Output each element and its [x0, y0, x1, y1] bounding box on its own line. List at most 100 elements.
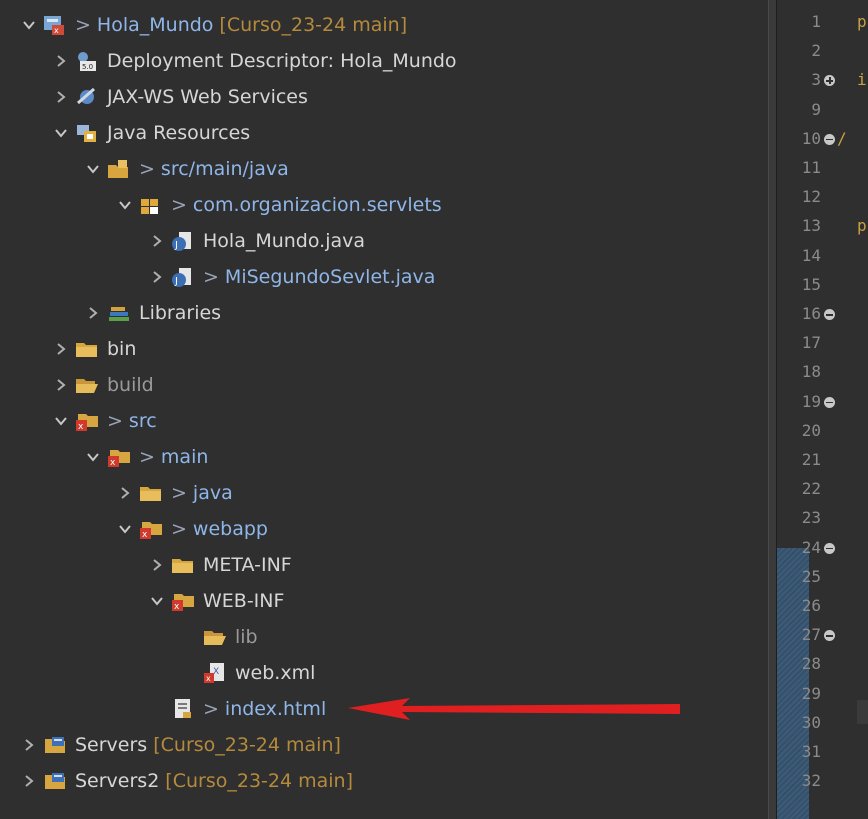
line-number: 11 — [801, 158, 821, 177]
tree-item-label: build — [107, 374, 154, 396]
git-change-marker: > — [203, 698, 219, 720]
tree-item[interactable]: Servers2 [Curso_23-24 main] — [20, 766, 353, 796]
tree-item[interactable]: > index.html — [148, 694, 326, 724]
chevron-down-icon[interactable] — [116, 196, 134, 214]
open-folder-icon — [74, 373, 100, 397]
deployment-descriptor-icon: 5.0 — [74, 49, 100, 73]
code-text: p — [857, 12, 867, 31]
collapse-fold-icon[interactable] — [824, 133, 835, 145]
tree-item[interactable]: META-INF — [148, 550, 292, 580]
tree-item[interactable]: x > src — [52, 406, 157, 436]
tree-item[interactable]: x WEB-INF — [148, 586, 284, 616]
svg-text:x: x — [78, 422, 84, 432]
tree-item[interactable]: Servers [Curso_23-24 main] — [20, 730, 341, 760]
line-number: 25 — [801, 566, 821, 586]
tree-item-label: web.xml — [235, 662, 316, 684]
web-services-icon — [74, 85, 100, 109]
tree-item-label: java — [192, 482, 233, 504]
chevron-down-icon[interactable] — [52, 412, 70, 430]
line-number: 23 — [801, 508, 821, 528]
tree-item[interactable]: build — [52, 370, 154, 400]
collapse-fold-icon[interactable] — [824, 542, 835, 554]
tree-item[interactable]: > src/main/java — [84, 154, 289, 184]
tree-item[interactable]: J Hola_Mundo.java — [148, 226, 365, 256]
line-number: 28 — [801, 654, 821, 674]
line-number: 24 — [801, 537, 821, 557]
chevron-right-icon[interactable] — [148, 556, 166, 574]
error-folder-icon: x — [106, 445, 132, 469]
tree-item-label: src — [128, 410, 157, 432]
chevron-right-icon[interactable] — [52, 340, 70, 358]
tree-item-label: Servers — [75, 734, 148, 756]
line-number: 26 — [801, 596, 821, 615]
panel-splitter[interactable] — [768, 0, 777, 819]
git-change-marker: > — [139, 446, 155, 468]
line-number: 16 — [801, 304, 821, 323]
tree-item-label: com.organizacion.servlets — [192, 194, 442, 216]
chevron-down-icon[interactable] — [20, 16, 38, 34]
tree-item[interactable]: 5.0 Deployment Descriptor: Hola_Mundo — [52, 46, 457, 76]
tree-item[interactable]: bin — [52, 334, 136, 364]
chevron-down-icon[interactable] — [84, 448, 102, 466]
java-file-icon: J — [170, 229, 196, 253]
folder-icon — [170, 553, 196, 577]
chevron-right-icon[interactable] — [148, 232, 166, 250]
code-editor[interactable]: 1 p 2 3 i 9 10/11 12 13 p 14 15 16 17 18 19 20 21 22 23 24 25… — [777, 0, 868, 819]
chevron-down-icon[interactable] — [84, 160, 102, 178]
svg-text:5.0: 5.0 — [82, 63, 93, 71]
code-text: p — [857, 216, 867, 236]
error-folder-icon: x — [170, 589, 196, 613]
package-icon — [138, 193, 164, 217]
tree-item-label: Hola_Mundo — [96, 14, 214, 36]
collapse-fold-icon[interactable] — [824, 396, 835, 408]
line-number: 22 — [801, 479, 821, 499]
git-change-marker: > — [107, 410, 123, 432]
svg-text:x: x — [206, 674, 211, 683]
tree-item[interactable]: x > webapp — [116, 514, 268, 544]
tree-item[interactable]: Java Resources — [52, 118, 250, 148]
tree-item[interactable]: JAX-WS Web Services — [52, 82, 308, 112]
java-file-icon: J — [170, 265, 196, 289]
line-number: 2 — [811, 41, 821, 61]
tree-item[interactable]: lib — [180, 622, 258, 652]
collapse-fold-icon[interactable] — [824, 309, 835, 320]
folder-icon — [138, 481, 164, 505]
repository-branch-label: [Curso_23-24 main] — [165, 770, 353, 792]
chevron-right-icon[interactable] — [52, 88, 70, 106]
tree-item[interactable]: > java — [116, 478, 233, 508]
folder-icon — [74, 337, 100, 361]
chevron-down-icon[interactable] — [116, 520, 134, 538]
open-folder-icon — [202, 625, 228, 649]
tree-item[interactable]: x > Hola_Mundo [Curso_23-24 main] — [20, 10, 407, 40]
chevron-down-icon[interactable] — [148, 592, 166, 610]
repository-branch-label: [Curso_23-24 main] — [153, 734, 341, 756]
chevron-right-icon[interactable] — [148, 268, 166, 286]
source-folder-icon — [106, 157, 132, 181]
chevron-right-icon[interactable] — [52, 52, 70, 70]
chevron-down-icon[interactable] — [52, 124, 70, 142]
chevron-right-icon[interactable] — [52, 376, 70, 394]
tree-item-label: lib — [235, 626, 258, 648]
error-folder-icon: x — [138, 517, 164, 541]
line-number: 15 — [801, 274, 821, 294]
line-number: 12 — [801, 187, 821, 207]
tree-item[interactable]: Xx web.xml — [180, 658, 315, 688]
expand-fold-icon[interactable] — [824, 75, 835, 87]
tree-item-label: main — [160, 446, 209, 468]
error-folder-icon: x — [74, 409, 100, 433]
tree-item[interactable]: > com.organizacion.servlets — [116, 190, 442, 220]
svg-text:x: x — [54, 26, 59, 35]
chevron-right-icon[interactable] — [20, 736, 38, 754]
line-number: 31 — [801, 742, 821, 761]
git-change-marker: > — [75, 14, 91, 36]
chevron-right-icon[interactable] — [84, 304, 102, 322]
line-number: 21 — [801, 450, 821, 469]
tree-item[interactable]: Libraries — [84, 298, 221, 328]
chevron-right-icon[interactable] — [20, 772, 38, 790]
line-number: 17 — [801, 333, 821, 353]
svg-text:x: x — [142, 530, 148, 540]
tree-item[interactable]: J > MiSegundoSevlet.java — [148, 262, 435, 292]
tree-item[interactable]: x > main — [84, 442, 208, 472]
collapse-fold-icon[interactable] — [824, 630, 835, 642]
chevron-right-icon[interactable] — [116, 484, 134, 502]
